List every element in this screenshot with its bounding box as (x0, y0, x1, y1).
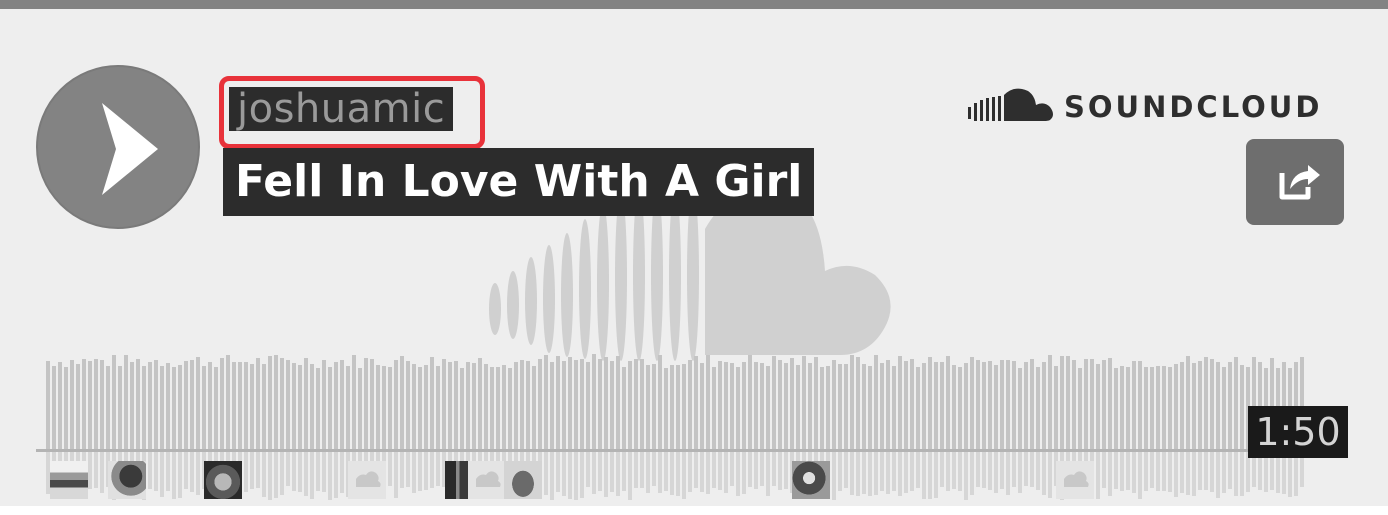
comment-avatar[interactable] (792, 461, 830, 499)
waveform[interactable] (0, 9, 1388, 506)
comment-avatar[interactable] (204, 461, 242, 499)
play-button[interactable] (36, 65, 200, 229)
duration-badge: 1:50 (1248, 406, 1348, 458)
comment-avatar[interactable] (50, 461, 88, 499)
bottom-margin (0, 506, 1388, 515)
brand-name: SOUNDCLOUD (1064, 90, 1323, 124)
play-icon (102, 103, 158, 195)
comment-avatar[interactable] (445, 461, 469, 499)
username-highlight-box (219, 76, 485, 149)
soundcloud-brand[interactable]: SOUNDCLOUD (968, 87, 1322, 127)
share-button[interactable] (1246, 139, 1344, 225)
soundcloud-player: joshuamic Fell In Love With A Girl SOUND… (0, 9, 1388, 506)
comment-avatar[interactable] (504, 461, 542, 499)
soundcloud-avatar-icon (1064, 471, 1089, 487)
comment-avatar[interactable] (108, 461, 146, 499)
comment-avatar-default[interactable] (348, 461, 386, 499)
track-title[interactable]: Fell In Love With A Girl (223, 148, 815, 216)
soundcloud-logo-icon (968, 88, 1053, 121)
comment-avatar-default[interactable] (468, 461, 506, 499)
comment-avatar-default[interactable] (1056, 461, 1094, 499)
soundcloud-avatar-icon (476, 471, 501, 487)
share-icon (1279, 165, 1320, 200)
soundcloud-avatar-icon (356, 471, 381, 487)
top-divider (0, 0, 1388, 9)
